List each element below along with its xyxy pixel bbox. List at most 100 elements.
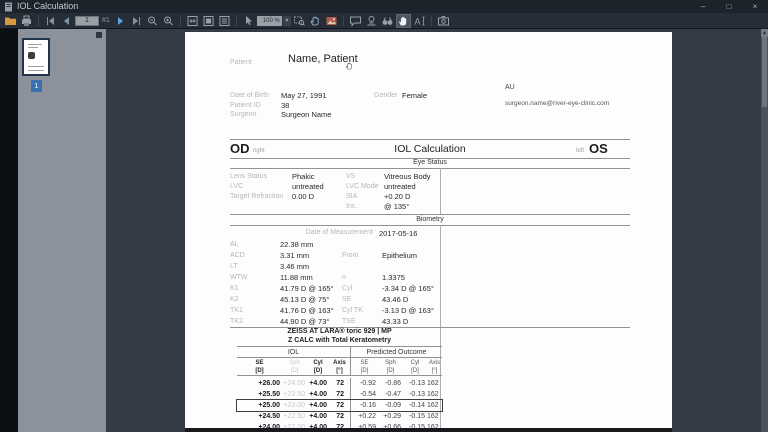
zoom-level-value[interactable]: 100 % xyxy=(257,16,282,26)
document-area[interactable]: Patient Name, Patient Date of Birth May … xyxy=(106,29,761,432)
zoom-in-icon[interactable] xyxy=(161,14,176,28)
iol-table: IOL Predicted Outcome SE Sph Cyl Axis SE… xyxy=(237,346,442,432)
field-label: ACD xyxy=(230,250,280,261)
table-cell: -0.09 xyxy=(378,400,403,411)
search-binoculars-icon[interactable] xyxy=(380,14,395,28)
table-cell: +26.00 xyxy=(237,378,282,389)
pan-icon[interactable] xyxy=(308,14,323,28)
fit-width-icon[interactable] xyxy=(185,14,200,28)
patient-id-label: Patient ID xyxy=(230,102,261,109)
section-line xyxy=(230,168,630,169)
measurement-date-row: Date of Measurement 2017-05-16 xyxy=(230,229,445,238)
print-icon[interactable] xyxy=(19,14,34,28)
biometry-row: TK244.90 D @ 73° TSE43.33 D xyxy=(230,316,445,327)
scrollbar-thumb[interactable] xyxy=(762,37,767,107)
select-tool-icon[interactable] xyxy=(241,14,256,28)
next-page-icon[interactable] xyxy=(113,14,128,28)
mouse-cursor-hand xyxy=(345,61,354,71)
field-label: Cyl TK xyxy=(342,305,382,316)
section-line xyxy=(230,214,630,215)
field-value: 1.3375 xyxy=(382,272,445,283)
field-label: LVC Mode xyxy=(346,182,384,192)
table-cell: +24.00 xyxy=(282,378,307,389)
marquee-zoom-icon[interactable] xyxy=(292,14,307,28)
open-folder-icon[interactable] xyxy=(3,14,18,28)
report-title: IOL Calculation xyxy=(230,143,630,155)
field-label xyxy=(230,202,292,212)
close-icon[interactable]: × xyxy=(742,0,768,13)
fit-visible-icon[interactable] xyxy=(217,14,232,28)
surgeon-label: Surgeon xyxy=(230,111,256,118)
zoom-level-dropdown-icon[interactable]: ▼ xyxy=(283,16,291,26)
column-unit: [D] xyxy=(403,367,427,375)
maximize-icon[interactable]: □ xyxy=(716,0,742,13)
field-value xyxy=(292,202,346,212)
table-cell: -0.15 xyxy=(403,411,427,422)
field-label: SE xyxy=(342,294,382,305)
field-value: -3.34 D @ 165° xyxy=(382,283,445,294)
table-cell: 72 xyxy=(329,378,350,389)
stamp-icon[interactable] xyxy=(364,14,379,28)
os-label: OS xyxy=(589,141,608,156)
hand-tool-icon[interactable] xyxy=(396,14,411,28)
field-value: 44.90 D @ 73° xyxy=(280,316,342,327)
table-cell: +23.00 xyxy=(282,400,307,411)
main-area: 1 Patient Name, Patient Date of Birth Ma… xyxy=(0,29,768,432)
iol-table-row[interactable]: +24.50+22.50+4.0072+0.22+0.29-0.15162 xyxy=(237,411,442,422)
eye-status-row: Lens StatusPhakic VSVitreous Body xyxy=(230,172,445,182)
column-unit: [D] xyxy=(282,367,307,375)
iol-table-row[interactable]: +25.50+23.50+4.0072-0.54-0.47-0.13162 xyxy=(237,389,442,400)
table-cell: +4.00 xyxy=(307,378,329,389)
field-label: Inc. xyxy=(346,202,384,212)
field-label: From xyxy=(342,250,382,261)
thumbnail-page-number[interactable]: 1 xyxy=(31,80,42,92)
scroll-up-icon[interactable]: ▲ xyxy=(761,29,768,37)
thumbnail-sidebar: 1 xyxy=(18,29,106,432)
surgeon-email: surgeon.name@river-eye-clinic.com xyxy=(505,100,609,107)
patient-id-value: 38 xyxy=(281,101,289,110)
text-select-icon[interactable]: A xyxy=(412,14,427,28)
window-title: IOL Calculation xyxy=(17,0,78,13)
comment-icon[interactable] xyxy=(348,14,363,28)
svg-text:A: A xyxy=(414,16,420,26)
page-number-input[interactable] xyxy=(75,16,99,26)
field-value: 0.00 D xyxy=(292,192,346,202)
table-cell: +4.00 xyxy=(307,411,329,422)
first-page-icon[interactable] xyxy=(43,14,58,28)
last-page-icon[interactable] xyxy=(129,14,144,28)
page-thumbnail[interactable] xyxy=(22,38,50,76)
table-cell: 162 xyxy=(427,400,442,411)
field-label: WTW xyxy=(230,272,280,283)
patient-label: Patient xyxy=(230,59,252,66)
field-value: untreated xyxy=(384,182,445,192)
biometry-heading: Biometry xyxy=(230,216,630,223)
field-label: K2 xyxy=(230,294,280,305)
field-value: Epithelium xyxy=(382,250,445,261)
table-cell: -0.13 xyxy=(403,389,427,400)
table-cell: -0.16 xyxy=(350,400,378,411)
dob-label: Date of Birth xyxy=(230,92,269,99)
table-cell: +22.50 xyxy=(282,411,307,422)
toolbar-divider xyxy=(343,15,344,26)
field-value: Vitreous Body xyxy=(384,172,445,182)
sidebar-collapse-icon[interactable] xyxy=(96,32,102,38)
iol-table-row[interactable]: +26.00+24.00+4.0072-0.92-0.86-0.13162 xyxy=(237,378,442,389)
field-label: AL xyxy=(230,239,280,250)
table-cell: +0.22 xyxy=(350,411,378,422)
field-value: 43.46 D xyxy=(382,294,445,305)
camera-icon[interactable] xyxy=(436,14,451,28)
field-value: @ 135° xyxy=(384,202,445,212)
eye-status-row: LVCuntreated LVC Modeuntreated xyxy=(230,182,445,192)
minimize-icon[interactable]: – xyxy=(690,0,716,13)
iol-table-row-selected[interactable]: +25.00+23.00+4.0072-0.16-0.09-0.14162 xyxy=(237,400,442,411)
table-cell: +23.50 xyxy=(282,389,307,400)
table-cell: -0.86 xyxy=(378,378,403,389)
zoom-out-icon[interactable] xyxy=(145,14,160,28)
biometry-row: K245.13 D @ 75° SE43.46 D xyxy=(230,294,445,305)
prev-page-icon[interactable] xyxy=(59,14,74,28)
snapshot-icon[interactable] xyxy=(324,14,339,28)
fit-page-icon[interactable] xyxy=(201,14,216,28)
vertical-scrollbar[interactable]: ▲ xyxy=(761,29,768,432)
table-column-names: SE Sph Cyl Axis SE Sph Cyl Axis xyxy=(237,358,442,367)
table-cell: +24.50 xyxy=(237,411,282,422)
